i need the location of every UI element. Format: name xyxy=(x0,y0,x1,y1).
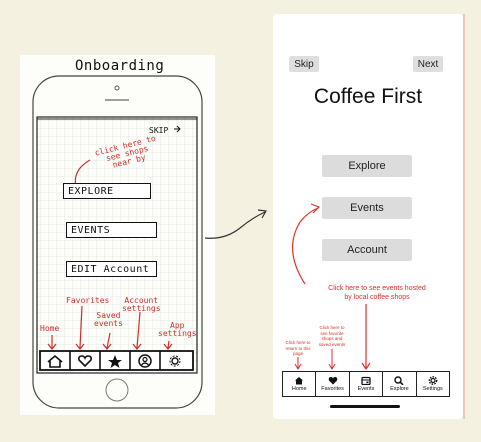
tab-home[interactable]: Home xyxy=(283,372,317,396)
search-icon xyxy=(394,376,404,385)
events-annotation: Click here to see events hosted by local… xyxy=(328,285,426,301)
tab-explore[interactable]: Explore xyxy=(383,372,417,396)
house-icon xyxy=(295,377,304,385)
tab-explore-label: Explore xyxy=(390,386,409,392)
calendar-icon xyxy=(361,376,371,385)
gear-icon xyxy=(428,376,438,385)
tab-events[interactable]: Events xyxy=(350,372,384,396)
tab-settings-label: Settings xyxy=(422,386,443,392)
home-annotation: Click here to return to this page xyxy=(285,340,311,356)
home-indicator xyxy=(330,405,400,408)
heart-icon xyxy=(328,377,337,385)
tab-home-label: Home xyxy=(291,386,307,392)
tab-favorites-label: Favorites xyxy=(321,386,344,392)
tab-settings[interactable]: Settings xyxy=(417,372,449,396)
bottom-nav: Home Favorites Events Explore Settings xyxy=(282,371,450,397)
tab-favorites[interactable]: Favorites xyxy=(316,372,350,396)
tab-events-label: Events xyxy=(357,386,375,392)
favorites-annotation: Click here to see favorite shops and sav… xyxy=(318,325,346,347)
